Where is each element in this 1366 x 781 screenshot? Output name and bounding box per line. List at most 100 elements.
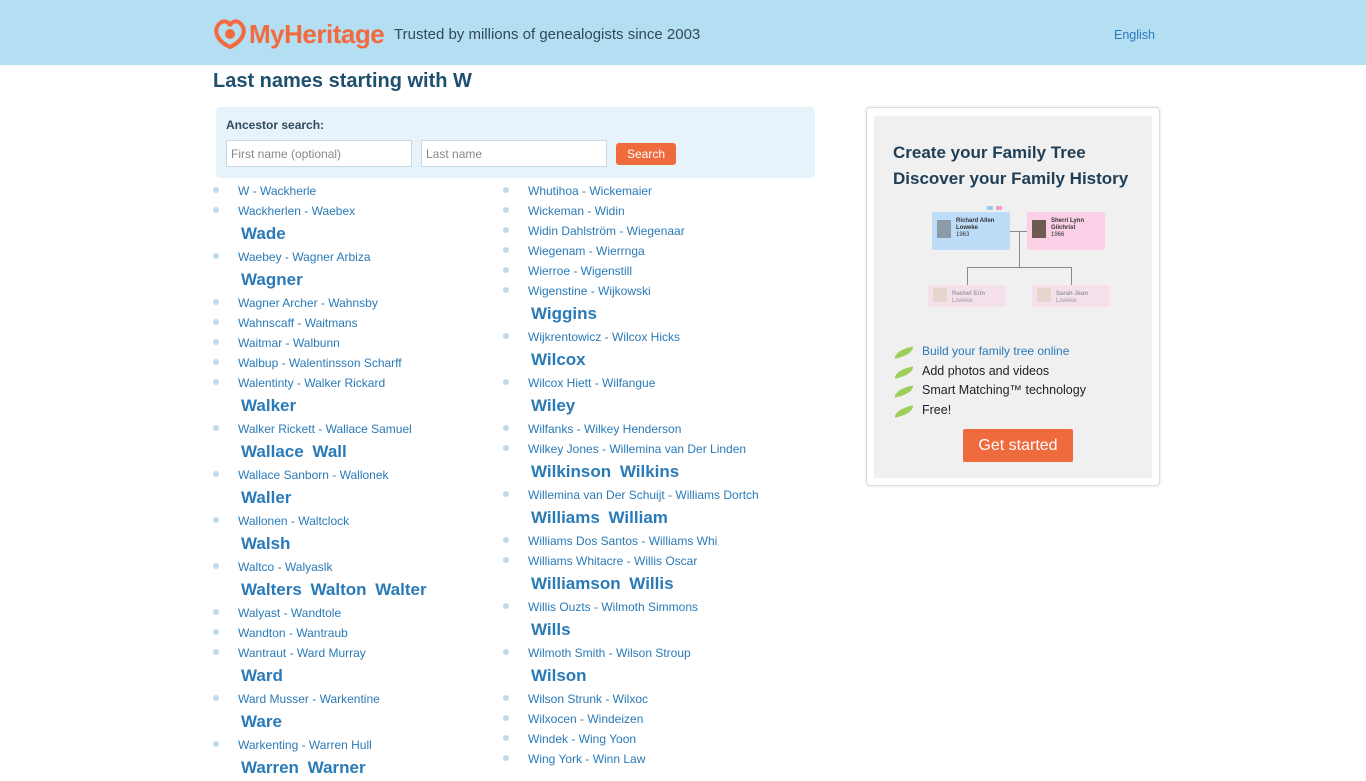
leaf-bullet-icon xyxy=(893,385,915,398)
surname-range-link[interactable]: Wickeman - Widin xyxy=(503,201,803,221)
person-name: Rachel Erin xyxy=(952,291,986,297)
person-name: Sherri Lynn xyxy=(1051,218,1085,224)
surname-heading-link[interactable]: Wallace Wall xyxy=(213,439,493,465)
first-name-input[interactable] xyxy=(226,140,412,167)
surname-heading-link[interactable]: Waller xyxy=(213,485,493,511)
surname-range-link[interactable]: Wijkrentowicz - Wilcox Hicks xyxy=(503,327,803,347)
person-photo-icon xyxy=(937,220,951,238)
surname-heading-link[interactable]: Williams William xyxy=(503,505,803,531)
tree-person-card-mother: Sherri Lynn Gilchrist 1966 xyxy=(1027,212,1105,250)
language-selector[interactable]: English xyxy=(1114,27,1155,43)
feature-link[interactable]: Build your family tree online xyxy=(893,342,1086,362)
feature-item: Smart Matching™ technology xyxy=(893,381,1086,401)
person-photo-icon xyxy=(933,288,947,302)
surname-range-link[interactable]: Wilkey Jones - Willemina van Der Linden xyxy=(503,439,803,459)
surname-range-link[interactable]: Walentinty - Walker Rickard xyxy=(213,373,493,393)
surname-range-link[interactable]: Wallace Sanborn - Wallonek xyxy=(213,465,493,485)
surname-range-link[interactable]: Windek - Wing Yoon xyxy=(503,729,803,749)
female-symbol-icon xyxy=(996,206,1002,210)
person-year: 1963 xyxy=(956,232,970,238)
tree-person-card-father: Richard Allen Loweke 1963 xyxy=(932,212,1010,250)
surname-range-link[interactable]: Willis Ouzts - Wilmoth Simmons xyxy=(503,597,803,617)
surname-range-link[interactable]: Ward Musser - Warkentine xyxy=(213,689,493,709)
surname-heading-link[interactable]: Ware xyxy=(213,709,493,735)
surname-range-link[interactable]: Waitmar - Walbunn xyxy=(213,333,493,353)
person-photo-icon xyxy=(1037,288,1051,302)
surname-heading-link[interactable]: Williamson Willis xyxy=(503,571,803,597)
surname-heading-link[interactable]: Wills xyxy=(503,617,803,643)
person-surname: Gilchrist xyxy=(1051,225,1076,231)
feature-item: Add photos and videos xyxy=(893,362,1086,382)
surname-range-link[interactable]: Williams Dos Santos - Williams Whi xyxy=(503,531,803,551)
surname-heading-link[interactable]: Wagner xyxy=(213,267,493,293)
surname-range-link[interactable]: Wilson Strunk - Wilxoc xyxy=(503,689,803,709)
surname-range-link[interactable]: Wilfanks - Wilkey Henderson xyxy=(503,419,803,439)
surname-heading-link[interactable]: Wiley xyxy=(503,393,803,419)
surname-heading-link[interactable]: Wilkinson Wilkins xyxy=(503,459,803,485)
surname-range-link[interactable]: Wigenstine - Wijkowski xyxy=(503,281,803,301)
tree-connector xyxy=(967,267,1071,268)
tree-connector xyxy=(1071,267,1072,285)
surname-range-link[interactable]: W - Wackherle xyxy=(213,181,493,201)
surname-range-link[interactable]: Wackherlen - Waebex xyxy=(213,201,493,221)
surname-heading-link[interactable]: Wilcox xyxy=(503,347,803,373)
surname-range-link[interactable]: Walbup - Walentinsson Scharff xyxy=(213,353,493,373)
leaf-bullet-icon xyxy=(893,365,915,379)
page-title: Last names starting with W xyxy=(213,70,472,92)
surname-range-link[interactable]: Wahnscaff - Waitmans xyxy=(213,313,493,333)
family-tree-illustration: Richard Allen Loweke 1963 Sherri Lynn Gi… xyxy=(926,204,1126,314)
surname-range-link[interactable]: Wilxocen - Windeizen xyxy=(503,709,803,729)
surname-range-link[interactable]: Walyast - Wandtole xyxy=(213,603,493,623)
surname-range-link[interactable]: Wing York - Winn Law xyxy=(503,749,803,769)
surname-range-link[interactable]: Warkenting - Warren Hull xyxy=(213,735,493,755)
surname-heading-link[interactable]: Ward xyxy=(213,663,493,689)
surname-heading-link[interactable]: Warren Warner xyxy=(213,755,493,781)
promo-title-line-1: Create your Family Tree xyxy=(893,143,1086,162)
logo-text: MyHeritage xyxy=(249,19,385,49)
feature-list: Build your family tree online Add photos … xyxy=(893,342,1086,420)
surname-heading-link[interactable]: Walters Walton Walter xyxy=(213,577,493,603)
last-name-input[interactable] xyxy=(421,140,607,167)
family-tree-promo: Create your Family Tree Discover your Fa… xyxy=(866,107,1160,486)
tree-connector xyxy=(967,267,968,285)
surname-range-link[interactable]: Wiegenam - Wierrnga xyxy=(503,241,803,261)
myheritage-logo[interactable]: MyHeritage xyxy=(213,18,385,50)
surname-heading-link[interactable]: Walker xyxy=(213,393,493,419)
person-surname: Loweke xyxy=(956,225,979,231)
surname-range-link[interactable]: Wantraut - Ward Murray xyxy=(213,643,493,663)
person-year: 1966 xyxy=(1051,232,1065,238)
person-surname: Loweke xyxy=(1056,298,1077,304)
surname-range-link[interactable]: Wagner Archer - Wahnsby xyxy=(213,293,493,313)
surname-range-link[interactable]: Wilcox Hiett - Wilfangue xyxy=(503,373,803,393)
get-started-button[interactable]: Get started xyxy=(963,429,1073,462)
myheritage-logo-icon xyxy=(214,19,246,49)
surname-range-link[interactable]: Widin Dahlström - Wiegenaar xyxy=(503,221,803,241)
tree-connector xyxy=(1019,231,1020,267)
ancestor-search-panel: Ancestor search: Search xyxy=(216,107,815,178)
search-button[interactable]: Search xyxy=(616,143,676,165)
surname-range-link[interactable]: Walker Rickett - Wallace Samuel xyxy=(213,419,493,439)
promo-title-line-2: Discover your Family History xyxy=(893,169,1129,188)
surname-heading-link[interactable]: Walsh xyxy=(213,531,493,557)
surname-heading-link[interactable]: Wiggins xyxy=(503,301,803,327)
surname-list-column-2: Whutihoa - Wickemaier Wickeman - Widin Wid… xyxy=(503,181,803,769)
leaf-bullet-icon xyxy=(893,404,915,418)
person-name: Richard Allen xyxy=(956,218,995,224)
surname-range-link[interactable]: Wallonen - Waltclock xyxy=(213,511,493,531)
feature-text: Smart Matching™ technology xyxy=(922,383,1086,397)
surname-range-link[interactable]: Willemina van Der Schuijt - Williams Dor… xyxy=(503,485,803,505)
surname-range-link[interactable]: Wandton - Wantraub xyxy=(213,623,493,643)
surname-range-link[interactable]: Williams Whitacre - Willis Oscar xyxy=(503,551,803,571)
surname-list-column-1: W - Wackherle Wackherlen - Waebex Wade Waeb… xyxy=(213,181,493,781)
header-bar: MyHeritage Trusted by millions of geneal… xyxy=(0,0,1366,65)
surname-range-link[interactable]: Whutihoa - Wickemaier xyxy=(503,181,803,201)
surname-range-link[interactable]: Waebey - Wagner Arbiza xyxy=(213,247,493,267)
promo-panel: Create your Family Tree Discover your Fa… xyxy=(874,116,1152,478)
surname-range-link[interactable]: Waltco - Walyaslk xyxy=(213,557,493,577)
surname-range-link[interactable]: Wierroe - Wigenstill xyxy=(503,261,803,281)
person-name: Sarah Jean xyxy=(1056,291,1089,297)
surname-range-link[interactable]: Wilmoth Smith - Wilson Stroup xyxy=(503,643,803,663)
male-symbol-icon xyxy=(987,206,993,210)
surname-heading-link[interactable]: Wade xyxy=(213,221,493,247)
surname-heading-link[interactable]: Wilson xyxy=(503,663,803,689)
